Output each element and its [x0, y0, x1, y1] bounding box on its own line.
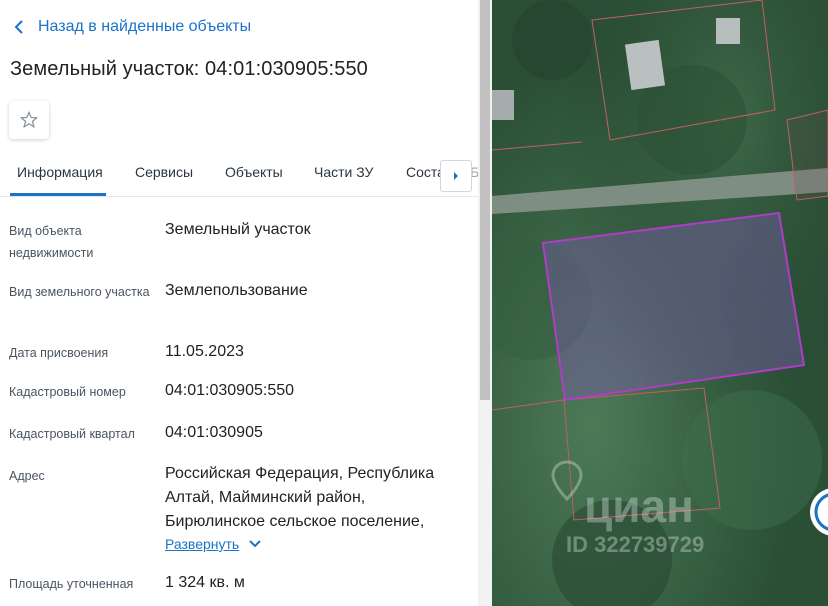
chevron-down-icon: [249, 540, 261, 548]
field-value-parcel-type: Землепользование: [165, 282, 308, 299]
map-canvas: циан ID 322739729: [492, 0, 828, 606]
tab-services[interactable]: Сервисы: [135, 164, 193, 180]
satellite-map[interactable]: циан ID 322739729: [492, 0, 828, 606]
back-link[interactable]: Назад в найденные объекты: [14, 18, 251, 36]
tab-info[interactable]: Информация: [17, 164, 103, 180]
scrollbar-thumb[interactable]: [480, 0, 490, 400]
field-value-object-type: Земельный участок: [165, 221, 311, 238]
field-value-date: 11.05.2023: [165, 343, 244, 360]
expand-label: Развернуть: [165, 536, 240, 552]
field-label-address: Адрес: [9, 469, 45, 483]
map-building: [716, 18, 740, 44]
field-label-area: Площадь уточненная: [9, 577, 134, 591]
active-tab-indicator: [10, 193, 106, 196]
favorite-button[interactable]: [9, 101, 49, 139]
map-building: [624, 39, 666, 91]
expand-address-link[interactable]: Развернуть: [165, 536, 261, 552]
field-label-cadastral-quarter: Кадастровый квартал: [9, 427, 135, 441]
watermark-logo: циан: [584, 480, 694, 532]
page-title: Земельный участок: 04:01:030905:550: [10, 58, 368, 80]
tab-objects[interactable]: Объекты: [225, 164, 283, 180]
tab-bar: Информация Сервисы Объекты Части ЗУ Сост…: [0, 150, 478, 197]
back-link-label: Назад в найденные объекты: [38, 18, 252, 35]
star-icon: [20, 111, 38, 128]
field-label-object-type: Вид объекта недвижимости: [9, 224, 94, 260]
field-label-parcel-type: Вид земельного участка: [9, 285, 150, 299]
field-value-address: Российская Федерация, Республика Алтай, …: [165, 465, 435, 530]
field-label-cadastral-number: Кадастровый номер: [9, 385, 126, 399]
tabs-scroll-right-button[interactable]: [440, 160, 472, 192]
watermark-id: ID 322739729: [566, 532, 704, 557]
map-building: [492, 90, 514, 120]
field-value-cadastral-quarter: 04:01:030905: [165, 424, 263, 441]
info-panel: Назад в найденные объекты Земельный учас…: [0, 0, 478, 606]
field-label-date: Дата присвоения: [9, 346, 109, 360]
tab-parts[interactable]: Части ЗУ: [314, 164, 373, 180]
field-value-area: 1 324 кв. м: [165, 574, 245, 591]
chevron-left-icon: [14, 20, 23, 34]
field-value-cadastral-number: 04:01:030905:550: [165, 382, 295, 399]
caret-right-icon: [454, 172, 458, 180]
